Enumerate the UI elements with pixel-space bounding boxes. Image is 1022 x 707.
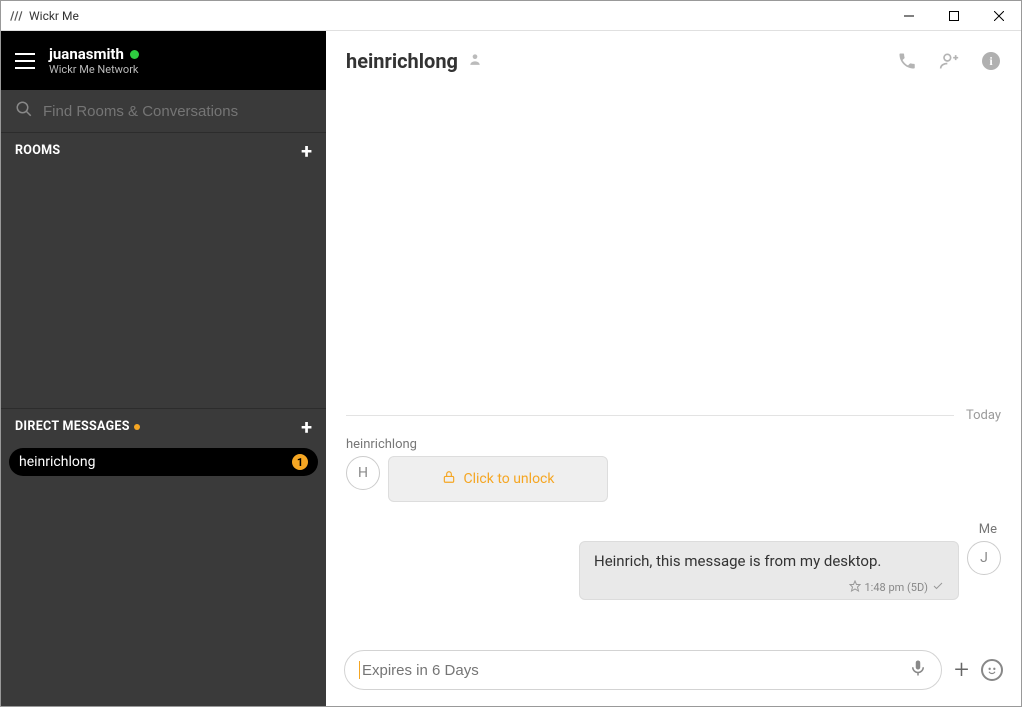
dm-item-name: heinrichlong	[19, 454, 95, 470]
rooms-list	[1, 168, 326, 408]
sent-message-meta: 1:48 pm (5D)	[594, 580, 944, 595]
titlebar-left: Wickr Me	[9, 9, 79, 23]
attach-button[interactable]: +	[954, 655, 969, 685]
incoming-avatar[interactable]: H	[346, 456, 380, 490]
add-room-button[interactable]: +	[301, 144, 312, 158]
add-dm-button[interactable]: +	[301, 420, 312, 434]
outgoing-avatar[interactable]: J	[967, 541, 1001, 575]
message-composer: +	[326, 640, 1021, 706]
incoming-message: heinrichlong H Click to unlock	[346, 437, 1001, 502]
dm-unread-dot-icon	[134, 424, 140, 430]
unlock-label: Click to unlock	[464, 471, 555, 487]
outgoing-sender: Me	[346, 522, 997, 537]
lock-icon	[442, 469, 456, 489]
contact-icon	[468, 52, 482, 70]
sidebar-search[interactable]	[1, 90, 326, 132]
sent-message-text: Heinrich, this message is from my deskto…	[594, 552, 944, 570]
chat-header: heinrichlong i	[326, 31, 1021, 91]
rooms-label: ROOMS	[15, 143, 60, 158]
sent-message-time: 1:48 pm (5D)	[865, 581, 929, 594]
window-titlebar: Wickr Me	[1, 1, 1021, 31]
search-icon	[15, 100, 33, 122]
window-title: Wickr Me	[29, 9, 79, 23]
microphone-icon[interactable]	[909, 659, 927, 681]
add-contact-icon[interactable]	[939, 51, 959, 71]
rooms-section-header: ROOMS +	[1, 132, 326, 168]
presence-indicator-icon	[130, 50, 139, 59]
date-divider: Today	[346, 408, 1001, 423]
star-icon[interactable]	[849, 580, 861, 595]
dm-list: heinrichlong 1	[1, 444, 326, 706]
dm-item-heinrichlong[interactable]: heinrichlong 1	[9, 448, 318, 476]
dm-label: DIRECT MESSAGES	[15, 419, 130, 434]
info-button[interactable]: i	[981, 51, 1001, 71]
dm-unread-badge: 1	[292, 454, 308, 470]
date-label: Today	[966, 408, 1001, 423]
call-icon[interactable]	[897, 51, 917, 71]
window-close-button[interactable]	[976, 1, 1021, 31]
chat-body: Today heinrichlong H Click to unlock	[326, 91, 1021, 640]
network-label: Wickr Me Network	[49, 63, 139, 76]
chat-pane: heinrichlong i Today	[326, 31, 1021, 706]
chat-title: heinrichlong	[346, 49, 458, 73]
sent-message-bubble: Heinrich, this message is from my deskto…	[579, 541, 959, 600]
check-icon	[932, 580, 944, 595]
window-minimize-button[interactable]	[886, 1, 931, 31]
titlebar-controls	[886, 1, 1021, 31]
sidebar: juanasmith Wickr Me Network ROOMS + DIRE…	[1, 31, 326, 706]
sidebar-header: juanasmith Wickr Me Network	[1, 31, 326, 90]
current-user-block[interactable]: juanasmith Wickr Me Network	[49, 45, 139, 76]
text-caret	[359, 661, 360, 679]
emoji-button[interactable]	[981, 659, 1003, 681]
compose-input-wrapper[interactable]	[344, 650, 942, 690]
search-input[interactable]	[43, 103, 312, 120]
message-input[interactable]	[362, 662, 909, 679]
dm-section-header: DIRECT MESSAGES +	[1, 408, 326, 444]
menu-icon[interactable]	[15, 53, 35, 69]
incoming-sender: heinrichlong	[346, 437, 1001, 452]
outgoing-message: Me J Heinrich, this message is from my d…	[346, 522, 1001, 600]
current-user-name: juanasmith	[49, 45, 124, 63]
window-maximize-button[interactable]	[931, 1, 976, 31]
locked-message-bubble[interactable]: Click to unlock	[388, 456, 608, 502]
app-logo-icon	[9, 9, 23, 23]
info-icon: i	[982, 52, 1000, 70]
